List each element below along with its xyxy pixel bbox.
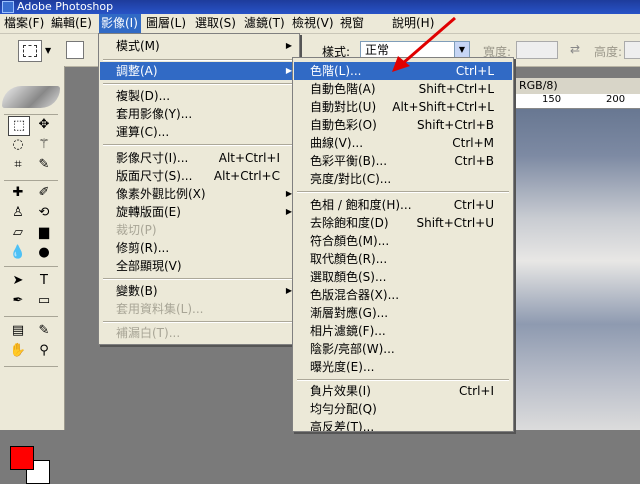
red-pointer-arrow-icon	[392, 16, 456, 72]
foreground-color-swatch[interactable]	[10, 446, 34, 470]
